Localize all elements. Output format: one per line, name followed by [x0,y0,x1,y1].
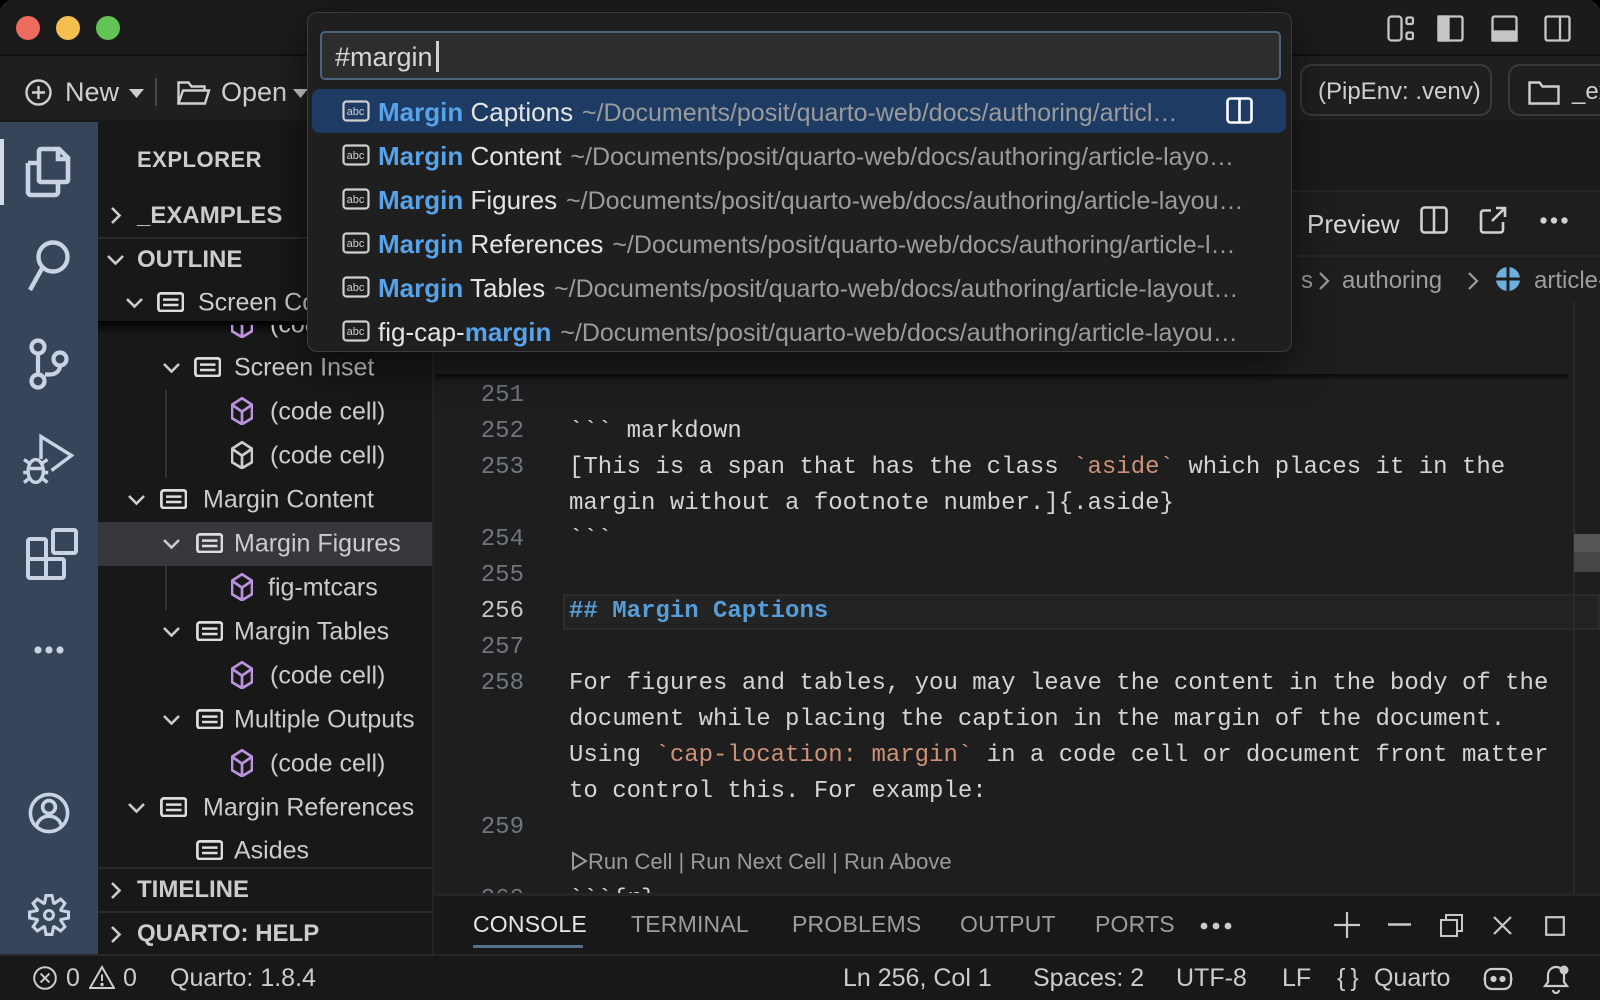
svg-text:abc: abc [347,106,365,118]
svg-text:abc: abc [347,150,365,162]
svg-text:abc: abc [347,238,365,250]
svg-text:abc: abc [347,282,365,294]
svg-text:abc: abc [347,194,365,206]
svg-text:abc: abc [347,326,365,338]
